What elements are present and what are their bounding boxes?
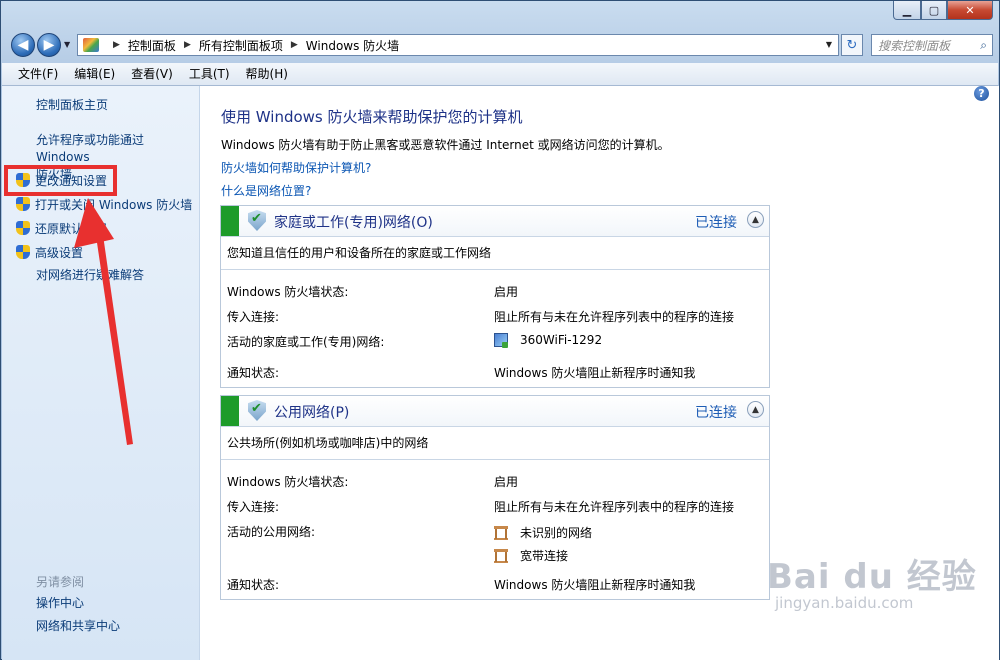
- panel-subtitle: 您知道且信任的用户和设备所在的家庭或工作网络: [221, 237, 769, 270]
- watermark-brand: Bai du 经验: [767, 557, 977, 597]
- status-color-bar: [221, 206, 239, 236]
- incoming-connections-value: 阻止所有与未在允许程序列表中的程序的连接: [494, 500, 735, 514]
- active-networks-label: 活动的公用网络:: [227, 525, 316, 539]
- navigation-bar: ◀ ▶ ▼ ▶ 控制面板 ▶ 所有控制面板项 ▶ Windows 防火墙 ▼ ↻…: [9, 31, 993, 59]
- action-center-link[interactable]: 操作中心: [36, 595, 84, 612]
- control-panel-icon: [83, 38, 99, 52]
- network-name: 宽带连接: [520, 549, 569, 563]
- shield-check-icon: [248, 400, 266, 421]
- explorer-window: ▁ ▢ ✕ ◀ ▶ ▼ ▶ 控制面板 ▶ 所有控制面板项 ▶ Windows 防…: [0, 0, 1000, 660]
- firewall-state-label: Windows 防火墙状态:: [227, 285, 349, 299]
- search-input[interactable]: 搜索控制面板 ⌕: [871, 34, 993, 56]
- task-pane: 控制面板主页 允许程序或功能通过 Windows 防火墙 更改通知设置 打开或关…: [2, 86, 200, 660]
- back-button[interactable]: ◀: [11, 33, 35, 57]
- refresh-button[interactable]: ↻: [841, 34, 863, 56]
- collapse-chevron-up-icon[interactable]: ▲: [747, 211, 764, 228]
- search-placeholder: 搜索控制面板: [878, 38, 951, 53]
- active-network-item: 360WiFi-1292: [494, 333, 603, 348]
- notification-state-label: 通知状态:: [227, 578, 280, 592]
- caption-buttons: ▁ ▢ ✕: [893, 1, 993, 20]
- incoming-connections-value: 阻止所有与未在允许程序列表中的程序的连接: [494, 310, 735, 324]
- breadcrumb-chevron-icon[interactable]: ▶: [291, 40, 298, 50]
- menu-bar: 文件(F) 编辑(E) 查看(V) 工具(T) 帮助(H): [2, 63, 998, 86]
- network-name: 360WiFi-1292: [520, 333, 603, 347]
- see-also-heading: 另请参阅: [36, 575, 85, 589]
- network-name: 未识别的网络: [520, 526, 593, 540]
- menu-help[interactable]: 帮助(H): [238, 63, 296, 85]
- address-dropdown-icon[interactable]: ▼: [826, 40, 832, 49]
- forward-button[interactable]: ▶: [37, 33, 61, 57]
- menu-view[interactable]: 查看(V): [123, 63, 181, 85]
- active-networks-label: 活动的家庭或工作(专用)网络:: [227, 335, 385, 349]
- menu-tools[interactable]: 工具(T): [181, 63, 238, 85]
- panel-title: 公用网络(P): [274, 405, 350, 421]
- public-network-header[interactable]: 公用网络(P) 已连接 ▲: [221, 396, 769, 427]
- breadcrumb-all-items[interactable]: 所有控制面板项: [199, 37, 283, 54]
- firewall-state-value: 启用: [494, 475, 519, 489]
- shield-check-icon: [248, 210, 266, 231]
- private-network-panel: 家庭或工作(专用)网络(O) 已连接 ▲ 您知道且信任的用户和设备所在的家庭或工…: [220, 205, 770, 388]
- public-network-panel: 公用网络(P) 已连接 ▲ 公共场所(例如机场或咖啡店)中的网络 Windows…: [220, 395, 770, 600]
- wireless-network-icon: [494, 333, 508, 348]
- private-network-header[interactable]: 家庭或工作(专用)网络(O) 已连接 ▲: [221, 206, 769, 237]
- breadcrumb-chevron-icon[interactable]: ▶: [113, 40, 120, 50]
- firewall-state-label: Windows 防火墙状态:: [227, 475, 349, 489]
- notification-state-value: Windows 防火墙阻止新程序时通知我: [494, 366, 696, 380]
- close-button[interactable]: ✕: [947, 1, 993, 20]
- help-icon[interactable]: ?: [974, 86, 989, 101]
- page-title: 使用 Windows 防火墙来帮助保护您的计算机: [221, 108, 523, 126]
- collapse-chevron-up-icon[interactable]: ▲: [747, 401, 764, 418]
- minimize-button[interactable]: ▁: [893, 1, 921, 20]
- firewall-state-value: 启用: [494, 285, 519, 299]
- menu-file[interactable]: 文件(F): [10, 63, 66, 85]
- baidu-jingyan-watermark: Bai du 经验 jingyan.baidu.com: [767, 549, 977, 612]
- recent-pages-dropdown[interactable]: ▼: [64, 40, 70, 49]
- page-description: Windows 防火墙有助于防止黑客或恶意软件通过 Internet 或网络访问…: [221, 138, 670, 152]
- public-network-bench-icon: [494, 548, 508, 563]
- connection-status: 已连接: [695, 215, 737, 231]
- network-location-link[interactable]: 什么是网络位置?: [221, 182, 311, 199]
- connection-status: 已连接: [695, 405, 737, 421]
- annotation-arrow: [74, 198, 133, 445]
- notification-state-label: 通知状态:: [227, 366, 280, 380]
- breadcrumb-firewall[interactable]: Windows 防火墙: [306, 37, 399, 54]
- incoming-connections-label: 传入连接:: [227, 310, 280, 324]
- search-icon[interactable]: ⌕: [980, 38, 987, 53]
- public-network-bench-icon: [494, 525, 508, 540]
- breadcrumb: ▶ 控制面板 ▶ 所有控制面板项 ▶ Windows 防火墙: [105, 37, 399, 54]
- how-firewall-helps-link[interactable]: 防火墙如何帮助保护计算机?: [221, 159, 371, 176]
- address-bar[interactable]: ▶ 控制面板 ▶ 所有控制面板项 ▶ Windows 防火墙 ▼: [77, 34, 839, 56]
- active-network-item: 宽带连接: [494, 547, 568, 564]
- panel-subtitle: 公共场所(例如机场或咖啡店)中的网络: [221, 427, 769, 460]
- incoming-connections-label: 传入连接:: [227, 500, 280, 514]
- breadcrumb-chevron-icon[interactable]: ▶: [184, 40, 191, 50]
- notification-state-value: Windows 防火墙阻止新程序时通知我: [494, 578, 696, 592]
- status-color-bar: [221, 396, 239, 426]
- network-sharing-center-link[interactable]: 网络和共享中心: [36, 618, 120, 635]
- active-network-item: 未识别的网络: [494, 524, 592, 541]
- maximize-button[interactable]: ▢: [921, 1, 947, 20]
- panel-title: 家庭或工作(专用)网络(O): [274, 215, 433, 231]
- menu-edit[interactable]: 编辑(E): [66, 63, 123, 85]
- breadcrumb-control-panel[interactable]: 控制面板: [128, 37, 176, 54]
